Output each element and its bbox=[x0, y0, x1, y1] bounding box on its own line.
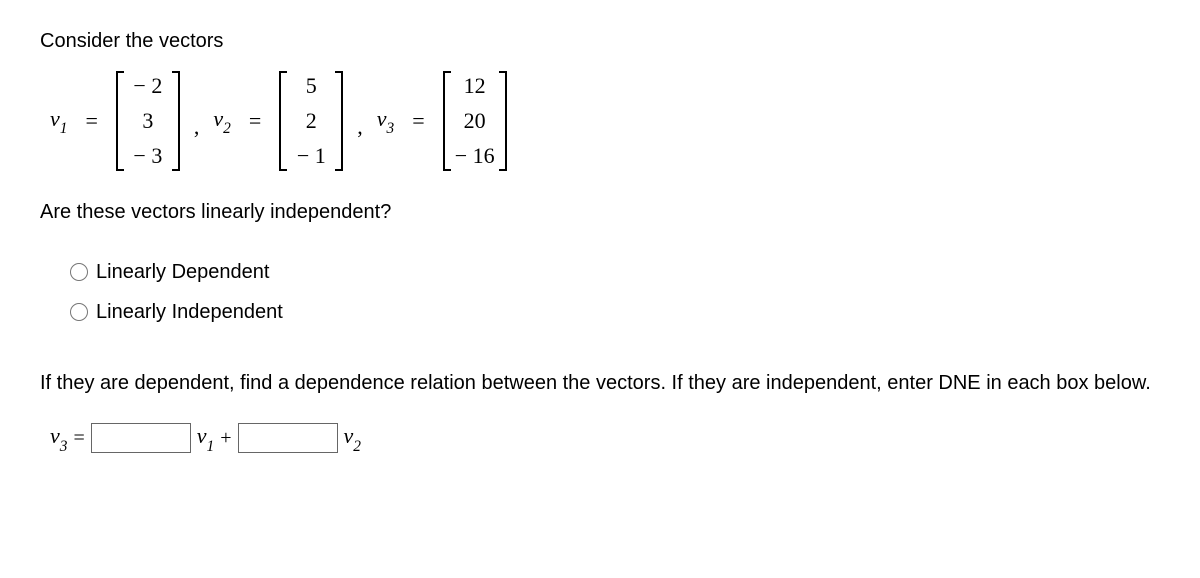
dependence-relation: v3 = v1 + v2 bbox=[40, 423, 1160, 453]
coef-v2-input[interactable] bbox=[238, 423, 338, 453]
intro-text: Consider the vectors bbox=[40, 30, 1160, 53]
relation-v1: v1 bbox=[197, 423, 214, 453]
question-text: Are these vectors linearly independent? bbox=[40, 201, 1160, 224]
label-dependent: Linearly Dependent bbox=[96, 252, 269, 292]
vector-definitions: v1 = − 2 3 − 3 , v2 = 5 2 − 1 , v3 = 12 … bbox=[40, 71, 1160, 171]
v3-matrix: 12 20 − 16 bbox=[443, 71, 507, 171]
v1-name: v1 bbox=[50, 106, 67, 136]
radio-independent[interactable] bbox=[70, 303, 88, 321]
v3-name: v3 bbox=[377, 106, 394, 136]
relation-v2: v2 bbox=[344, 423, 361, 453]
coef-v1-input[interactable] bbox=[91, 423, 191, 453]
radio-dependent[interactable] bbox=[70, 263, 88, 281]
v1-matrix: − 2 3 − 3 bbox=[116, 71, 180, 171]
eq-sign: = bbox=[75, 108, 107, 134]
v2-name: v2 bbox=[213, 106, 230, 136]
label-independent: Linearly Independent bbox=[96, 292, 283, 332]
instruction-text: If they are dependent, find a dependence… bbox=[40, 372, 1160, 395]
relation-lhs: v3 bbox=[50, 423, 67, 453]
radio-choices: Linearly Dependent Linearly Independent bbox=[70, 252, 1160, 332]
v2-matrix: 5 2 − 1 bbox=[279, 71, 343, 171]
